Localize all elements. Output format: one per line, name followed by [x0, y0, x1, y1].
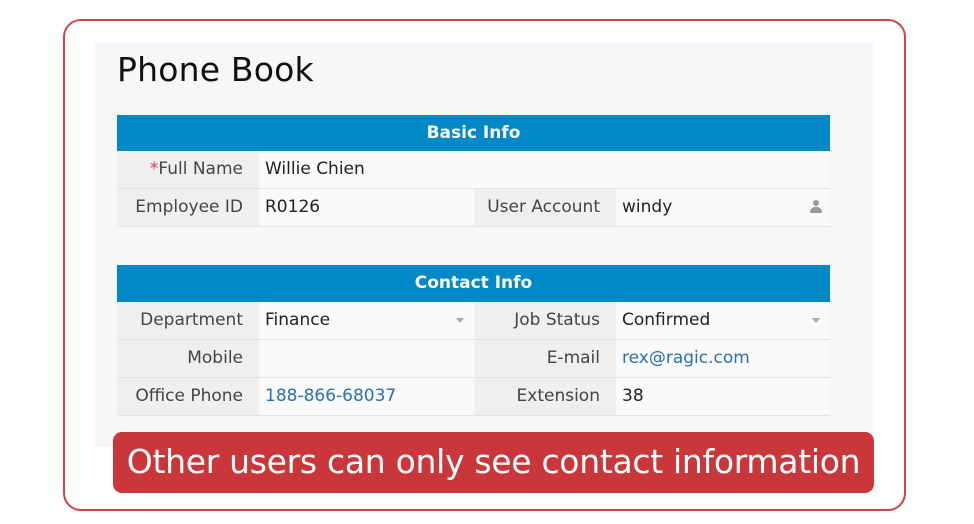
- field-label-office-phone: Office Phone: [117, 378, 259, 415]
- row-department: Department Finance Job Status Confirmed: [117, 302, 830, 340]
- field-label-department: Department: [117, 302, 259, 339]
- user-account-field[interactable]: windy: [616, 189, 830, 226]
- user-account-value: windy: [622, 197, 673, 217]
- full-name-label-text: Full Name: [158, 159, 243, 179]
- contact-info-section: Contact Info Department Finance Job Stat…: [117, 265, 830, 416]
- department-select[interactable]: Finance: [259, 302, 474, 339]
- field-label-mobile: Mobile: [117, 340, 259, 377]
- chevron-down-icon[interactable]: [812, 318, 820, 323]
- field-label-email: E-mail: [474, 340, 616, 377]
- field-label-user-account: User Account: [474, 189, 616, 226]
- section-header-contact-info: Contact Info: [117, 265, 830, 302]
- field-label-full-name: *Full Name: [117, 151, 259, 188]
- row-employee-id: Employee ID R0126 User Account windy: [117, 189, 830, 227]
- mobile-value[interactable]: [259, 340, 474, 377]
- chevron-down-icon[interactable]: [456, 318, 464, 323]
- row-full-name: *Full Name Willie Chien: [117, 151, 830, 189]
- job-status-value: Confirmed: [622, 310, 711, 330]
- row-office-phone: Office Phone 188-866-68037 Extension 38: [117, 378, 830, 416]
- office-phone-link[interactable]: 188-866-68037: [259, 378, 474, 415]
- email-link[interactable]: rex@ragic.com: [616, 340, 830, 377]
- page-title: Phone Book: [117, 50, 314, 89]
- basic-info-section: Basic Info *Full Name Willie Chien Emplo…: [117, 115, 830, 227]
- field-label-extension: Extension: [474, 378, 616, 415]
- info-banner: Other users can only see contact informa…: [113, 432, 874, 493]
- employee-id-value[interactable]: R0126: [259, 189, 474, 226]
- user-icon[interactable]: [810, 200, 822, 216]
- job-status-select[interactable]: Confirmed: [616, 302, 830, 339]
- field-label-employee-id: Employee ID: [117, 189, 259, 226]
- department-value: Finance: [265, 310, 331, 330]
- extension-value[interactable]: 38: [616, 378, 830, 415]
- full-name-value[interactable]: Willie Chien: [259, 151, 830, 188]
- section-header-basic-info: Basic Info: [117, 115, 830, 151]
- row-mobile: Mobile E-mail rex@ragic.com: [117, 340, 830, 378]
- field-label-job-status: Job Status: [474, 302, 616, 339]
